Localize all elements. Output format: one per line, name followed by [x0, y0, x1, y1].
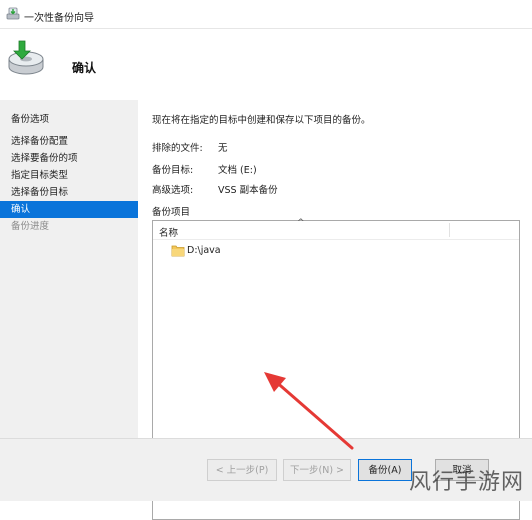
- advanced-options-label: 高级选项:: [152, 185, 194, 196]
- backup-disk-icon: [8, 40, 44, 75]
- wizard-steps: 选择备份配置 选择要备份的项 指定目标类型 选择备份目标 确认 备份进度: [0, 133, 138, 235]
- confirm-panel: 现在将在指定的目标中创建和保存以下项目的备份。 排除的文件: 无 备份目标: 文…: [139, 100, 532, 520]
- backup-destination-row: 备份目标: 文档 (E:): [152, 162, 257, 176]
- title-bar: 一次性备份向导: [0, 0, 532, 29]
- column-header-name[interactable]: 名称 ^: [153, 218, 519, 240]
- sort-ascending-icon: ^: [297, 218, 305, 228]
- backup-destination-label: 备份目标:: [152, 165, 194, 176]
- step-select-destination[interactable]: 选择备份目标: [0, 184, 138, 201]
- excluded-files-row: 排除的文件: 无: [152, 140, 228, 154]
- backup-wizard-icon: [6, 7, 20, 20]
- backup-destination-value: 文档 (E:): [218, 165, 257, 176]
- column-name-label: 名称: [159, 228, 179, 239]
- step-backup-progress: 备份进度: [11, 221, 50, 232]
- previous-button[interactable]: < 上一步(P): [207, 459, 277, 481]
- step-select-items[interactable]: 选择要备份的项: [0, 150, 138, 167]
- wizard-sidebar: 备份选项 选择备份配置 选择要备份的项 指定目标类型 选择备份目标 确认 备份进…: [0, 100, 138, 460]
- column-divider[interactable]: [449, 223, 450, 237]
- sidebar-section-label: 备份选项: [11, 114, 50, 125]
- next-button[interactable]: 下一步(N) >: [283, 459, 351, 481]
- watermark-logo: 风行手游网: [408, 470, 524, 495]
- excluded-files-label: 排除的文件:: [152, 143, 203, 154]
- advanced-options-row: 高级选项: VSS 副本备份: [152, 182, 278, 196]
- backup-items-label: 备份项目: [152, 207, 191, 218]
- excluded-files-value: 无: [218, 143, 228, 154]
- window-title: 一次性备份向导: [24, 13, 94, 24]
- advanced-options-value: VSS 副本备份: [218, 185, 278, 196]
- folder-icon: [171, 245, 185, 257]
- wizard-header: 确认: [0, 29, 532, 99]
- item-path: D:\java: [187, 245, 221, 256]
- intro-text: 现在将在指定的目标中创建和保存以下项目的备份。: [152, 115, 371, 126]
- step-specify-destination-type[interactable]: 指定目标类型: [0, 167, 138, 184]
- backup-button[interactable]: 备份(A): [358, 459, 412, 481]
- step-confirm[interactable]: 确认: [0, 201, 138, 218]
- page-title: 确认: [72, 61, 97, 75]
- step-select-backup-config[interactable]: 选择备份配置: [0, 133, 138, 150]
